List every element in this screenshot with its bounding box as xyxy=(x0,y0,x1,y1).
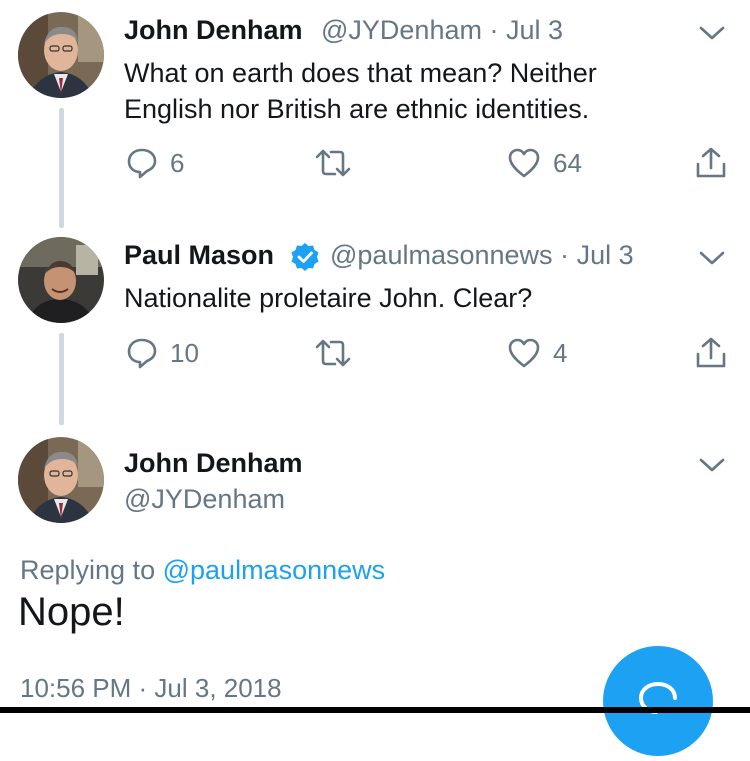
chevron-down-icon[interactable] xyxy=(698,249,726,267)
mention-link[interactable]: @paulmasonnews xyxy=(163,555,386,585)
author-name[interactable]: John Denham xyxy=(124,448,303,479)
reply-count: 6 xyxy=(170,147,185,178)
like-count: 64 xyxy=(553,147,582,178)
chevron-down-icon[interactable] xyxy=(698,24,726,42)
tweet-date[interactable]: Jul 3 xyxy=(577,240,634,270)
avatar-paul-mason[interactable] xyxy=(18,237,104,323)
compose-icon xyxy=(638,682,677,714)
reply-icon xyxy=(127,148,157,179)
tweet-text-line: What on earth does that mean? Neither xyxy=(124,58,597,88)
retweet-button[interactable] xyxy=(313,336,353,370)
like-count: 4 xyxy=(553,337,568,368)
retweet-icon xyxy=(315,339,351,367)
avatar-john-denham[interactable] xyxy=(18,437,104,523)
tweet-text-line: English nor British are ethnic identitie… xyxy=(124,94,590,124)
retweet-button[interactable] xyxy=(313,146,353,180)
tweet-date[interactable]: Jul 3 xyxy=(506,15,563,45)
chevron-down-icon[interactable] xyxy=(698,456,726,474)
replying-prefix: Replying to xyxy=(20,555,156,585)
share-icon xyxy=(696,337,726,368)
thread-line xyxy=(59,333,64,425)
tweet-text: Nope! xyxy=(18,590,125,634)
tweet-meta: @JYDenham · Jul 3 xyxy=(321,15,563,46)
reply-icon xyxy=(127,338,157,369)
share-button[interactable] xyxy=(694,336,728,370)
heart-icon xyxy=(508,338,540,368)
heart-icon xyxy=(508,148,540,178)
like-button[interactable]: 4 xyxy=(507,336,567,370)
author-name[interactable]: John Denham xyxy=(124,15,303,46)
tweet-text: Nationalite proletaire John. Clear? xyxy=(124,283,533,313)
meta-separator: · xyxy=(489,15,499,45)
replying-to: Replying to @paulmasonnews xyxy=(20,555,385,586)
retweet-icon xyxy=(315,149,351,177)
author-handle[interactable]: @JYDenham xyxy=(124,484,285,515)
author-name[interactable]: Paul Mason xyxy=(124,240,320,272)
meta-separator: · xyxy=(560,240,570,270)
author-name-text[interactable]: Paul Mason xyxy=(124,240,274,270)
avatar-john-denham[interactable] xyxy=(18,12,104,98)
reply-count: 10 xyxy=(170,337,199,368)
thread-line xyxy=(59,108,64,228)
tweet-timestamp[interactable]: 10:56 PM · Jul 3, 2018 xyxy=(20,673,282,704)
tweet-text: What on earth does that mean? Neither En… xyxy=(124,55,597,127)
reply-button[interactable]: 10 xyxy=(126,336,199,370)
verified-badge-icon xyxy=(291,242,319,271)
like-button[interactable]: 64 xyxy=(507,146,582,180)
share-icon xyxy=(696,147,726,178)
compose-fab[interactable] xyxy=(603,646,713,756)
tweet-meta: @paulmasonnews · Jul 3 xyxy=(330,240,634,271)
bottom-edge xyxy=(0,707,750,713)
share-button[interactable] xyxy=(694,146,728,180)
author-handle[interactable]: @paulmasonnews xyxy=(330,240,553,270)
reply-button[interactable]: 6 xyxy=(126,146,184,180)
author-handle[interactable]: @JYDenham xyxy=(321,15,482,45)
